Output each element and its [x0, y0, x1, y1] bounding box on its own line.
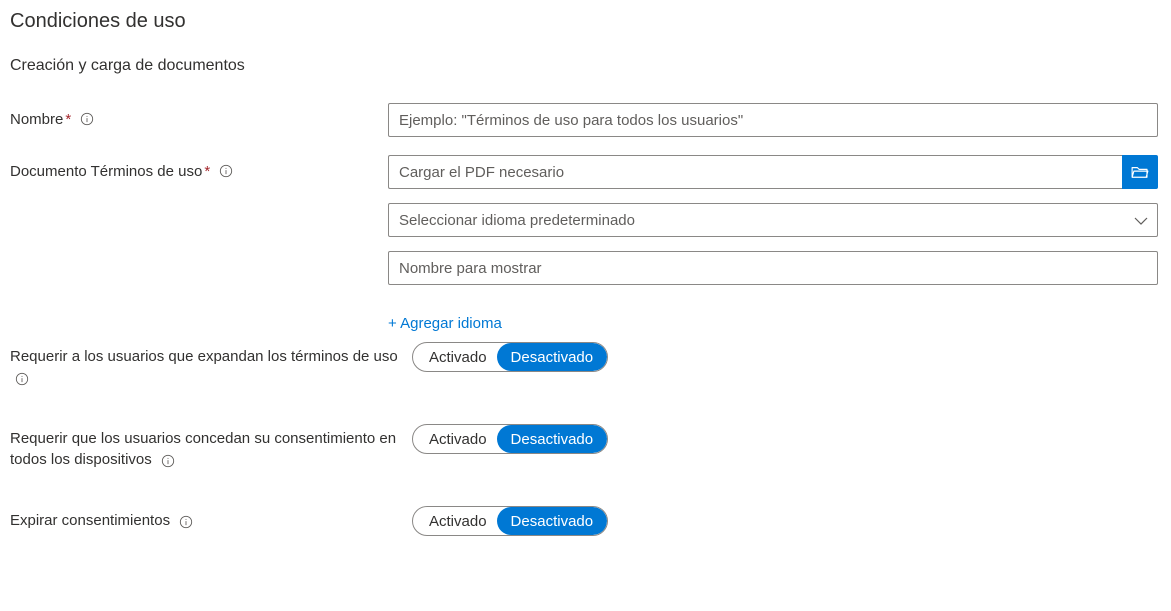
language-select[interactable]: Seleccionar idioma predeterminado: [388, 203, 1158, 237]
toggle-off[interactable]: Desactivado: [497, 507, 608, 535]
expand-terms-toggle[interactable]: Activado Desactivado: [412, 342, 608, 372]
toggle-on[interactable]: Activado: [413, 425, 497, 453]
page-title: Condiciones de uso: [10, 10, 1161, 33]
name-input-col: [388, 103, 1158, 137]
toggle-on[interactable]: Activado: [413, 343, 497, 371]
required-asterisk: *: [65, 111, 71, 128]
consent-devices-row: Requerir que los usuarios concedan su co…: [10, 424, 1161, 470]
info-icon[interactable]: [218, 163, 234, 179]
document-label: Documento Términos de uso: [10, 163, 202, 180]
name-input[interactable]: [388, 103, 1158, 137]
add-language-link[interactable]: + Agregar idioma: [388, 315, 502, 332]
expire-consents-row: Expirar consentimientos Activado Desacti…: [10, 506, 1161, 536]
document-row: Documento Términos de uso* Seleccionar i…: [10, 155, 1161, 342]
folder-open-icon: [1131, 165, 1149, 179]
info-icon[interactable]: [160, 453, 176, 469]
document-input-col: Seleccionar idioma predeterminado + Agre…: [388, 155, 1158, 342]
toggle-on[interactable]: Activado: [413, 507, 497, 535]
name-label: Nombre: [10, 111, 63, 128]
consent-devices-label: Requerir que los usuarios concedan su co…: [10, 430, 396, 468]
name-label-col: Nombre*: [10, 103, 388, 130]
upload-row: [388, 155, 1158, 189]
display-name-input[interactable]: [388, 251, 1158, 285]
info-icon[interactable]: [79, 111, 95, 127]
expire-consents-label: Expirar consentimientos: [10, 512, 170, 529]
consent-devices-label-col: Requerir que los usuarios concedan su co…: [10, 424, 412, 470]
language-select-wrapper: Seleccionar idioma predeterminado: [388, 203, 1158, 237]
toggle-off[interactable]: Desactivado: [497, 425, 608, 453]
info-icon[interactable]: [178, 514, 194, 530]
info-icon[interactable]: [14, 371, 30, 387]
expire-consents-toggle[interactable]: Activado Desactivado: [412, 506, 608, 536]
upload-pdf-input[interactable]: [388, 155, 1122, 189]
expand-terms-label-col: Requerir a los usuarios que expandan los…: [10, 342, 412, 388]
document-label-col: Documento Términos de uso*: [10, 155, 388, 182]
name-row: Nombre*: [10, 103, 1161, 137]
expand-terms-label: Requerir a los usuarios que expandan los…: [10, 348, 398, 365]
expire-consents-label-col: Expirar consentimientos: [10, 506, 412, 531]
required-asterisk: *: [204, 163, 210, 180]
section-title: Creación y carga de documentos: [10, 57, 1161, 75]
expand-terms-row: Requerir a los usuarios que expandan los…: [10, 342, 1161, 388]
consent-devices-toggle[interactable]: Activado Desactivado: [412, 424, 608, 454]
toggle-off[interactable]: Desactivado: [497, 343, 608, 371]
upload-folder-button[interactable]: [1122, 155, 1158, 189]
